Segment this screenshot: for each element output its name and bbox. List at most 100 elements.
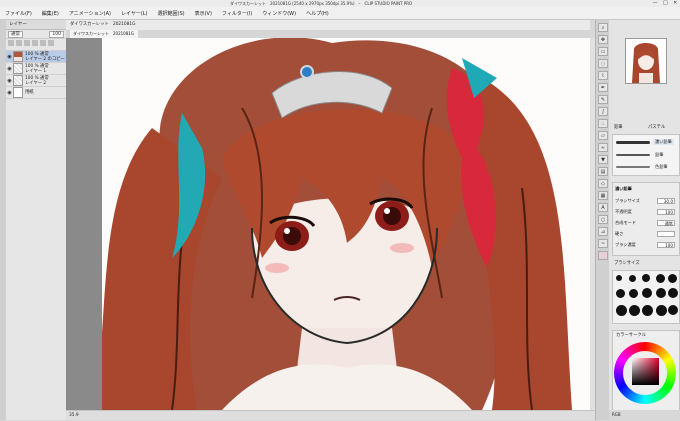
brush-tab-pastel[interactable]: パステル [648,124,665,132]
lock-icon[interactable] [40,40,46,46]
eraser-tool-icon[interactable]: ▱ [598,131,608,140]
clip-icon[interactable] [32,40,38,46]
brush-size-option[interactable] [629,305,640,316]
eye-icon[interactable]: ◉ [6,54,13,60]
brush-size-option[interactable] [616,275,622,281]
brush-size-panel-title: ブラシサイズ [614,261,640,266]
pen-tool-icon[interactable]: ✒ [598,83,608,92]
menu-layer[interactable]: レイヤー(L) [116,10,153,17]
menu-animation[interactable]: アニメーション(A) [64,10,116,17]
brush-size-option[interactable] [668,305,678,315]
layer-item-2[interactable]: ◉ 100 % 通常 レイヤー 2 [6,75,66,87]
gradient-tool-icon[interactable]: ▤ [598,167,608,176]
blend-mode-field[interactable]: 通常 [657,220,675,226]
saturation-value-square[interactable] [632,358,659,385]
brush-size-option[interactable] [656,305,667,316]
title-bar: ダイワスカーレット 2021081G (2540 x 2970px 350dpi… [0,0,680,7]
hardness-slider[interactable] [657,231,675,237]
airbrush-tool-icon[interactable]: ∴ [598,119,608,128]
property-label: 不透明度 [615,209,632,214]
opacity-field[interactable]: 100 [657,209,675,215]
tool-property-title: 濃い鉛筆 [615,186,632,191]
layer-item-1[interactable]: ◉ 100 % 通常 レイヤー 1 [6,63,66,75]
color-status: RGB [609,410,680,420]
navigator-thumbnail[interactable] [625,38,667,84]
property-row-density: ブラシ濃度 100 [615,241,677,249]
move-tool-icon[interactable]: ✥ [598,35,608,44]
main-color-swatch[interactable] [598,251,608,260]
folder-icon[interactable] [24,40,30,46]
menu-filter[interactable]: フィルター(I) [217,10,257,17]
layer-name: レイヤー 1 [25,68,47,74]
brush-size-option[interactable] [642,305,653,316]
new-layer-icon[interactable] [8,40,14,46]
brush-list: 濃い鉛筆 鉛筆 色鉛筆 [612,134,680,176]
layer-name: レイヤー 2 のコピー [25,56,65,62]
layer-tools-row [6,39,66,51]
brush-item-pencil[interactable]: 鉛筆 [653,152,665,158]
brush-size-option[interactable] [629,275,636,282]
navigator-preview [626,39,666,83]
layer-item-copy[interactable]: ◉ 100 % 通常 レイヤー 2 のコピー [6,51,66,63]
ruler-tool-icon[interactable]: ⊿ [598,227,608,236]
brush-size-option[interactable] [668,288,678,298]
brush-size-option[interactable] [656,274,665,283]
new-vector-layer-icon[interactable] [16,40,22,46]
property-row-opacity: 不透明度 100 [615,208,677,216]
eye-icon[interactable]: ◉ [6,90,13,96]
menu-help[interactable]: ヘルプ(H) [301,10,334,17]
brush-size-option[interactable] [629,289,638,298]
brush-tool-icon[interactable]: ∫ [598,107,608,116]
menu-selection[interactable]: 選択範囲(S) [153,10,190,17]
minimize-button[interactable]: — [653,0,658,7]
close-button[interactable]: ✕ [673,0,677,7]
property-label: 硬さ [615,231,624,236]
brush-item-dark-pencil[interactable]: 濃い鉛筆 [653,139,674,145]
maximize-button[interactable]: □ [663,0,668,7]
brush-item-colored-pencil[interactable]: 色鉛筆 [653,164,670,170]
blend-tool-icon[interactable]: ≈ [598,143,608,152]
density-field[interactable]: 100 [657,242,675,248]
balloon-tool-icon[interactable]: ○ [598,215,608,224]
menu-edit[interactable]: 編集(E) [37,10,64,17]
brush-size-option[interactable] [616,289,625,298]
canvas[interactable] [102,38,590,410]
brush-stroke-preview [616,166,650,168]
blend-mode-select[interactable]: 通常 [8,30,23,38]
layer-panel-tab[interactable]: レイヤー [6,20,66,30]
brush-size-grid [612,270,680,324]
layer-item-paper[interactable]: ◉ 用紙 [6,87,66,99]
brush-size-field[interactable]: 30.0 [657,198,675,204]
brush-size-option[interactable] [642,274,650,282]
menu-bar: ファイル(F) 編集(E) アニメーション(A) レイヤー(L) 選択範囲(S)… [0,7,680,20]
document-tab-bar [66,30,590,38]
brush-size-option[interactable] [668,274,677,283]
trash-icon[interactable] [48,40,54,46]
brush-size-option[interactable] [656,288,666,298]
eyedropper-tool-icon[interactable]: ⌇ [598,71,608,80]
layer-opacity-field[interactable]: 100 [49,30,64,38]
figure-tool-icon[interactable]: ◇ [598,179,608,188]
pencil-tool-icon[interactable]: ✎ [598,95,608,104]
color-panel-title: カラーサークル [616,333,646,338]
text-tool-icon[interactable]: A [598,203,608,212]
menu-file[interactable]: ファイル(F) [0,10,37,17]
zoom-tool-icon[interactable]: ⌕ [598,23,608,32]
frame-tool-icon[interactable]: ▦ [598,191,608,200]
brush-size-option[interactable] [642,288,652,298]
brush-size-option[interactable] [616,305,627,316]
lasso-tool-icon[interactable]: ◌ [598,59,608,68]
horizontal-scrollbar[interactable]: 35.9 [66,410,595,420]
property-label: 合成モード [615,220,636,225]
brush-tab-pencil[interactable]: 鉛筆 [614,124,623,132]
menu-view[interactable]: 表示(V) [190,10,217,17]
eye-icon[interactable]: ◉ [6,66,13,72]
menu-window[interactable]: ウィンドウ(W) [257,10,301,17]
property-label: ブラシサイズ [615,198,640,203]
layer-panel: レイヤー 通常 100 ◉ 100 % 通常 レイヤー 2 のコピー ◉ 100 … [6,20,67,420]
fill-tool-icon[interactable]: ▼ [598,155,608,164]
correct-line-tool-icon[interactable]: ~ [598,239,608,248]
select-tool-icon[interactable]: ▭ [598,47,608,56]
document-tab[interactable]: ダイワスカーレット 2021081G [70,30,138,38]
eye-icon[interactable]: ◉ [6,78,13,84]
